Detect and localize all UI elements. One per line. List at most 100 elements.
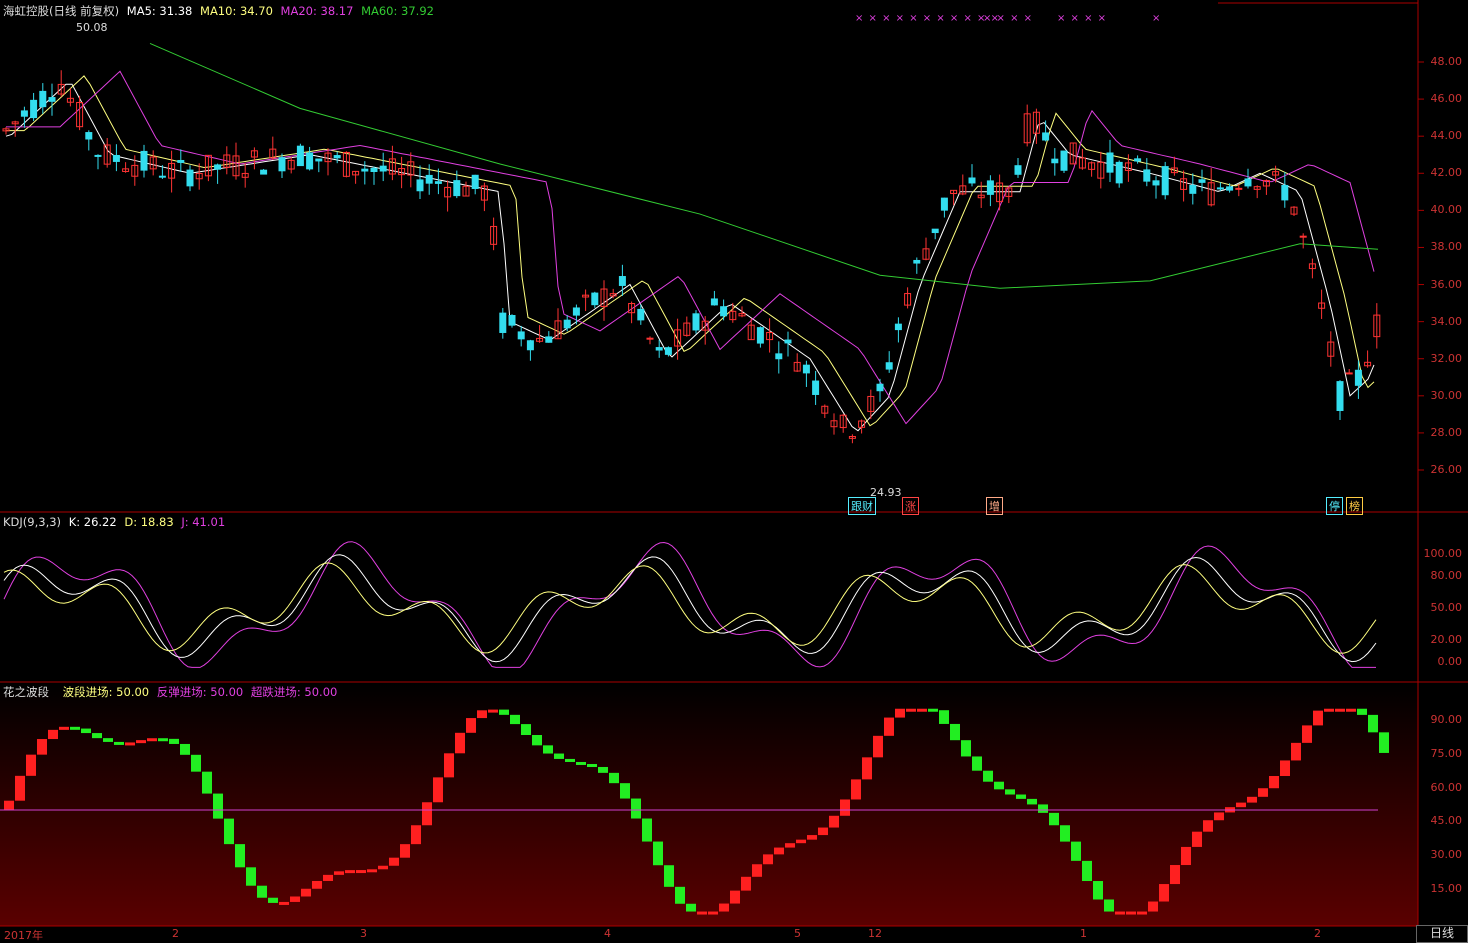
wave-bar [785, 843, 795, 848]
wave-bar [488, 709, 498, 713]
wave-bar [312, 880, 322, 889]
wave-bar [268, 897, 278, 903]
wave-bar [301, 888, 311, 897]
kdj-d-value: D: 18.83 [124, 515, 174, 529]
price-tick-6: 36.00 [1430, 277, 1463, 291]
candle-body [48, 97, 56, 102]
daily-tab[interactable]: 日线 [1416, 925, 1468, 943]
wave-bar [1016, 794, 1026, 799]
wave-bar [576, 761, 586, 765]
candle-body [1216, 187, 1224, 190]
wave-bar [1302, 725, 1312, 743]
price-tick-4: 40.00 [1430, 203, 1463, 217]
date-tick-6: 12 [868, 927, 882, 940]
candle-body [416, 179, 424, 192]
kdj-k-value: K: 26.22 [68, 515, 117, 529]
candle-body [784, 339, 792, 344]
wave-tick-5: 15.00 [1430, 882, 1463, 895]
price-tick-9: 30.00 [1430, 388, 1463, 402]
wave-bar [356, 870, 366, 874]
candle-body [1143, 169, 1151, 182]
wave-bar [1082, 860, 1092, 882]
candle-body [1134, 158, 1142, 162]
wave-bar [1181, 846, 1191, 866]
candle-body [425, 174, 433, 184]
date-tick-8: 2 [1314, 927, 1321, 940]
candle-body [1189, 184, 1197, 194]
candle-body [177, 159, 185, 163]
wave-bar [48, 729, 58, 740]
wave-bar [444, 753, 454, 778]
candle-body [517, 331, 525, 340]
wave-bar [4, 800, 14, 811]
kdj-panel-header: KDJ(9,3,3) K: 26.22 D: 18.83 J: 41.01 [3, 515, 229, 529]
wave-bar [598, 766, 608, 773]
date-tick-4: 4 [604, 927, 611, 940]
wave-bar [961, 740, 971, 757]
candle-body [499, 312, 507, 333]
wave-bar [873, 735, 883, 758]
wave-bar [906, 708, 916, 712]
candle-body [453, 180, 461, 197]
wave-bar [862, 757, 872, 780]
wave-bar [246, 867, 256, 886]
kdj-tick-4: 0.00 [1437, 655, 1463, 668]
candle-body [1281, 184, 1289, 201]
event-label-5[interactable]: 榜 [1346, 497, 1363, 515]
wave-bar [1027, 798, 1037, 805]
wave-bar [81, 728, 91, 734]
wave-bar [1060, 825, 1070, 842]
wave-bar [741, 876, 751, 891]
wave-bar [1170, 865, 1180, 885]
wave-bar [191, 754, 201, 772]
wave-bar [1324, 708, 1334, 712]
wave-bar [1335, 708, 1345, 712]
date-tick-5: 5 [794, 927, 801, 940]
candle-body [664, 347, 672, 355]
price-panel-header: 海虹控股(日线 前复权) MA5: 31.38 MA10: 34.70 MA20… [3, 3, 438, 19]
candle-body [140, 150, 148, 171]
wave-bar [675, 886, 685, 904]
wave-bar [367, 869, 377, 873]
event-label-3[interactable]: 增 [986, 497, 1003, 515]
candle-body [913, 259, 921, 264]
wave-bar [334, 871, 344, 875]
x-markers-1: × × × × × × × × × × × [855, 13, 1000, 24]
wave-bar [279, 901, 289, 905]
event-label-1[interactable]: 跟财 [848, 497, 876, 515]
wave-bar [730, 890, 740, 904]
ma60-line [149, 42, 1379, 289]
candle-body [20, 110, 28, 117]
candle-body [1060, 150, 1068, 171]
candle-body [1161, 166, 1169, 196]
candle-body [30, 99, 38, 119]
wave-bar [1005, 789, 1015, 795]
wave-bar [1357, 708, 1367, 715]
candle-body [296, 145, 304, 167]
wave-bar [1247, 796, 1257, 803]
price-tick-10: 28.00 [1430, 425, 1463, 439]
wave-bar [202, 771, 212, 794]
ma5-value: MA5: 31.38 [126, 4, 193, 18]
wave-bar [1115, 911, 1125, 915]
candle-body [885, 362, 893, 370]
wave-bar [521, 724, 531, 736]
candle-body [1345, 372, 1353, 375]
wave-bar [1104, 899, 1114, 912]
candle-body [894, 323, 902, 331]
x-markers-2: × × × × [983, 13, 1034, 24]
wave-bar [851, 779, 861, 800]
event-label-2[interactable]: 涨 [902, 497, 919, 515]
wave-bar [653, 841, 663, 866]
candle-body [1354, 369, 1362, 386]
wave-bar [1203, 820, 1213, 832]
candle-body [986, 180, 994, 195]
wave-bar [840, 799, 850, 816]
wave-bar [59, 726, 69, 730]
wave-bar [939, 710, 949, 724]
event-label-4[interactable]: 停 [1326, 497, 1343, 515]
wave-bar [1049, 812, 1059, 826]
candle-body [315, 158, 323, 162]
wave-bar [565, 758, 575, 762]
wave-bar [884, 717, 894, 736]
